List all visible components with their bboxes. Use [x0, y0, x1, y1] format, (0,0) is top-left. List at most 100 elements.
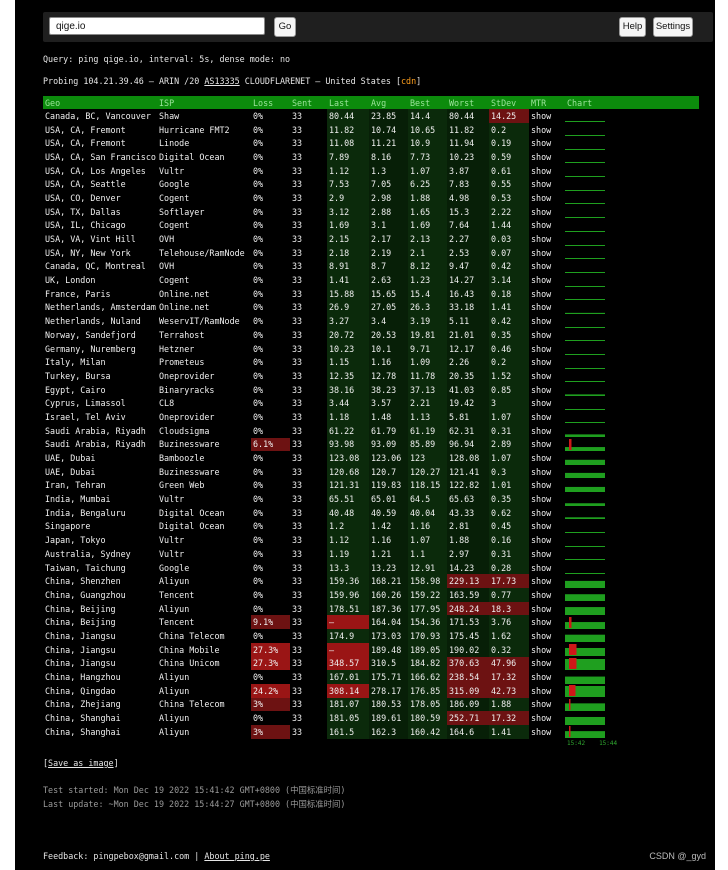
cell-mtr[interactable]: show	[529, 615, 565, 629]
settings-button[interactable]: Settings	[653, 17, 693, 37]
cell-mtr[interactable]: show	[529, 533, 565, 547]
cell-mtr[interactable]: show	[529, 424, 565, 438]
cell-worst: 80.44	[447, 109, 489, 123]
cell-worst: 16.43	[447, 286, 489, 301]
cell-last: 159.96	[327, 588, 369, 602]
cell-best: 1.23	[408, 273, 447, 287]
cell-mtr[interactable]: show	[529, 177, 565, 191]
cell-mtr[interactable]: show	[529, 383, 565, 397]
cell-last: 3.12	[327, 204, 369, 219]
cell-last: 120.68	[327, 464, 369, 479]
cell-mtr[interactable]: show	[529, 328, 565, 342]
cell-mtr[interactable]: show	[529, 520, 565, 534]
cell-mtr[interactable]: show	[529, 465, 565, 479]
cell-sent: 33	[292, 179, 303, 190]
cell-mtr[interactable]: show	[529, 643, 565, 657]
chart-time-axis: 15:42 15:44	[565, 739, 699, 749]
cell-mtr[interactable]: show	[529, 725, 565, 739]
cell-sent: 33	[292, 370, 303, 381]
cell-geo: USA, CO, Denver	[45, 192, 121, 203]
cell-mtr[interactable]: show	[529, 588, 565, 602]
cdn-tag: cdn	[401, 76, 417, 86]
cell-stdev: 3.76	[489, 615, 529, 630]
help-button[interactable]: Help	[619, 17, 646, 37]
cell-isp: Cloudsigma	[159, 425, 210, 436]
cell-mtr[interactable]: show	[529, 506, 565, 520]
table-row: UAE, Dubai Bamboozle 0% 33 123.08 123.06 123 12…	[43, 451, 699, 465]
cell-mtr[interactable]: show	[529, 561, 565, 575]
cell-mtr[interactable]: show	[529, 164, 565, 178]
column-header-avg: Avg	[369, 96, 408, 109]
cell-mtr[interactable]: show	[529, 410, 565, 424]
cell-worst: 41.03	[447, 382, 489, 397]
cell-avg: 65.01	[369, 492, 408, 506]
cell-mtr[interactable]: show	[529, 438, 565, 452]
table-row: China, Jiangsu China Unicom 27.3% 33 348.57 3…	[43, 656, 699, 671]
cell-stdev: 0.59	[489, 150, 529, 164]
cell-best: 170.93	[408, 629, 447, 643]
cell-mtr[interactable]: show	[529, 301, 565, 315]
cell-worst: 121.41	[447, 464, 489, 479]
cell-mtr[interactable]: show	[529, 670, 565, 684]
cell-best: 180.59	[408, 711, 447, 725]
cell-geo: China, Shenzhen	[45, 576, 121, 587]
cell-last: 1.12	[327, 163, 369, 178]
save-as-image-link[interactable]: Save as image	[48, 758, 114, 768]
cell-mtr[interactable]: show	[529, 629, 565, 643]
cell-isp: Bamboozle	[159, 453, 205, 464]
cell-geo: Netherlands, Nuland	[45, 316, 141, 327]
cell-mtr[interactable]: show	[529, 273, 565, 287]
cell-stdev: 0.32	[489, 642, 529, 657]
cell-mtr[interactable]: show	[529, 369, 565, 383]
cell-loss: 0%	[253, 261, 264, 272]
latency-sparkline	[565, 574, 699, 588]
cell-mtr[interactable]: show	[529, 205, 565, 219]
cell-isp: Aliyun	[159, 603, 190, 614]
cell-sent: 33	[292, 288, 303, 299]
cell-mtr[interactable]: show	[529, 287, 565, 301]
cell-mtr[interactable]: show	[529, 232, 565, 246]
cell-mtr[interactable]: show	[529, 479, 565, 493]
cell-stdev: 0.19	[489, 136, 529, 151]
cell-worst: 7.64	[447, 218, 489, 233]
cell-avg: 2.63	[369, 273, 408, 287]
cell-avg: 310.5	[369, 656, 408, 671]
cell-mtr[interactable]: show	[529, 314, 565, 328]
cell-mtr[interactable]: show	[529, 396, 565, 410]
cell-loss: 0%	[253, 288, 264, 299]
axis-spacer	[489, 739, 529, 749]
query-line: Query: ping qige.io, interval: 5s, dense…	[43, 54, 291, 64]
about-link[interactable]: About ping.pe	[204, 851, 270, 861]
cell-mtr[interactable]: show	[529, 136, 565, 150]
asn-link[interactable]: AS13335	[204, 76, 239, 86]
cell-mtr[interactable]: show	[529, 123, 565, 137]
cell-mtr[interactable]: show	[529, 574, 565, 588]
cell-mtr[interactable]: show	[529, 684, 565, 698]
cell-best: 19.81	[408, 328, 447, 342]
cell-isp: OVH	[159, 261, 175, 272]
cell-mtr[interactable]: show	[529, 492, 565, 506]
cell-mtr[interactable]: show	[529, 547, 565, 561]
cell-mtr[interactable]: show	[529, 246, 565, 260]
host-search-input[interactable]	[49, 17, 265, 35]
cell-mtr[interactable]: show	[529, 150, 565, 164]
cell-mtr[interactable]: show	[529, 657, 565, 671]
cell-mtr[interactable]: show	[529, 342, 565, 356]
time-tick-label: 15:42	[567, 740, 586, 748]
latency-sparkline	[565, 670, 699, 684]
latency-sparkline	[565, 246, 699, 260]
cell-mtr[interactable]: show	[529, 451, 565, 465]
cell-sent: 33	[292, 124, 303, 135]
go-button[interactable]: Go	[274, 17, 296, 37]
sparkline-area	[565, 473, 605, 479]
cell-mtr[interactable]: show	[529, 260, 565, 274]
cell-mtr[interactable]: show	[529, 711, 565, 725]
cell-mtr[interactable]: show	[529, 355, 565, 369]
cell-mtr[interactable]: show	[529, 602, 565, 616]
cell-mtr[interactable]: show	[529, 109, 565, 123]
cell-mtr[interactable]: show	[529, 698, 565, 712]
cell-mtr[interactable]: show	[529, 191, 565, 205]
cell-mtr[interactable]: show	[529, 219, 565, 233]
cell-geo: USA, NY, New York	[45, 247, 131, 258]
cell-loss: 27.3%	[251, 642, 290, 657]
